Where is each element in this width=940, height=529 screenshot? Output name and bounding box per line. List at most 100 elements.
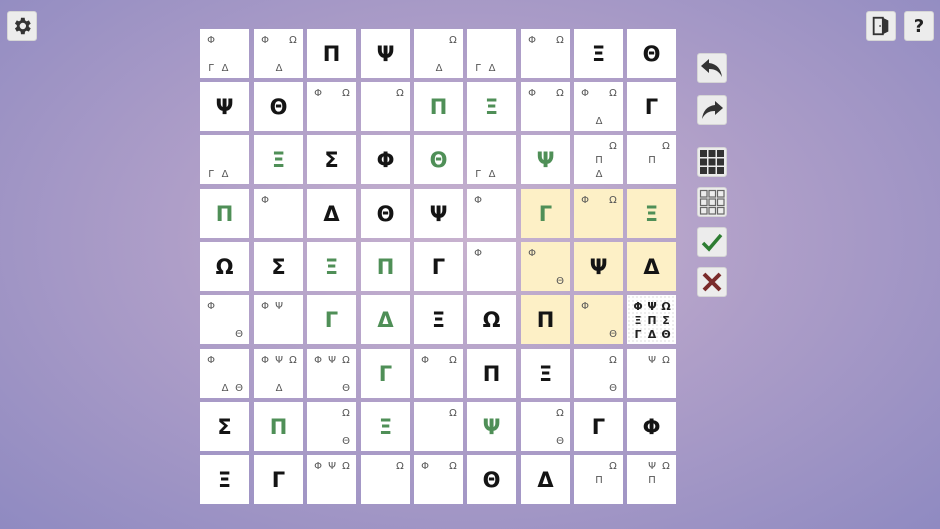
- board-cell[interactable]: ΓΔ: [467, 29, 516, 78]
- help-button[interactable]: ?: [904, 11, 934, 41]
- board-cell[interactable]: Ξ: [361, 402, 410, 451]
- board-cell[interactable]: ΦΘ: [521, 242, 570, 291]
- fill-notes-button[interactable]: [697, 147, 727, 177]
- board-cell[interactable]: Δ: [307, 189, 356, 238]
- board-cell[interactable]: ΦΘ: [574, 295, 623, 344]
- board-cell[interactable]: ΨΩΠ: [627, 455, 676, 504]
- settings-button[interactable]: [7, 11, 37, 41]
- board-cell[interactable]: ΩΠΔ: [574, 135, 623, 184]
- entered-symbol: Δ: [377, 307, 394, 332]
- board-cell[interactable]: ΓΔ: [200, 135, 249, 184]
- board-cell[interactable]: Ω: [200, 242, 249, 291]
- board-cell[interactable]: Γ: [414, 242, 463, 291]
- board-cell[interactable]: Γ: [521, 189, 570, 238]
- board-cell[interactable]: Ω: [467, 295, 516, 344]
- board-cell[interactable]: Σ: [254, 242, 303, 291]
- board-cell[interactable]: Π: [521, 295, 570, 344]
- board-cell[interactable]: Ξ: [200, 455, 249, 504]
- board-cell[interactable]: ΦΨΩΔ: [254, 349, 303, 398]
- board-cell[interactable]: Φ: [467, 242, 516, 291]
- board-cell[interactable]: Π: [307, 29, 356, 78]
- board-cell[interactable]: ΦΨΩΞΠΣΓΔΘ: [627, 295, 676, 344]
- board-cell[interactable]: Φ: [627, 402, 676, 451]
- board-cell[interactable]: ΦΩ: [414, 349, 463, 398]
- board-cell[interactable]: Γ: [254, 455, 303, 504]
- exit-button[interactable]: [866, 11, 896, 41]
- clear-notes-button[interactable]: [697, 187, 727, 217]
- undo-button[interactable]: [697, 53, 727, 83]
- board-cell[interactable]: Γ: [307, 295, 356, 344]
- pencil-note: Ω: [342, 88, 350, 99]
- board-cell[interactable]: ΨΩ: [627, 349, 676, 398]
- board-cell[interactable]: Δ: [521, 455, 570, 504]
- board-cell[interactable]: Π: [361, 242, 410, 291]
- board-cell[interactable]: Γ: [627, 82, 676, 131]
- board-cell[interactable]: Δ: [361, 295, 410, 344]
- board-cell[interactable]: Ξ: [467, 82, 516, 131]
- board-cell[interactable]: ΦΩ: [414, 455, 463, 504]
- board-cell[interactable]: ΦΩ: [521, 29, 570, 78]
- board-cell[interactable]: ΦΩ: [307, 82, 356, 131]
- board-cell[interactable]: ΦΨΩΘ: [307, 349, 356, 398]
- board-cell[interactable]: Φ: [361, 135, 410, 184]
- board-cell[interactable]: Ψ: [361, 29, 410, 78]
- given-symbol: Σ: [217, 414, 232, 439]
- board-cell[interactable]: ΓΔ: [467, 135, 516, 184]
- board-cell[interactable]: ΩΠ: [627, 135, 676, 184]
- board-cell[interactable]: Θ: [361, 189, 410, 238]
- redo-button[interactable]: [697, 95, 727, 125]
- board-cell[interactable]: Ψ: [574, 242, 623, 291]
- entered-symbol: Π: [376, 254, 395, 279]
- board-cell[interactable]: ΦΩ: [574, 189, 623, 238]
- board-cell[interactable]: Ψ: [521, 135, 570, 184]
- board-cell[interactable]: Ξ: [254, 135, 303, 184]
- board-cell[interactable]: Φ: [254, 189, 303, 238]
- board-cell[interactable]: Π: [414, 82, 463, 131]
- pencil-note: Ω: [449, 408, 457, 419]
- board-cell[interactable]: ΩΠ: [574, 455, 623, 504]
- pencil-note: Θ: [342, 383, 350, 394]
- entered-symbol: Ξ: [378, 414, 393, 439]
- board-cell[interactable]: Π: [254, 402, 303, 451]
- board-cell[interactable]: ΦΨ: [254, 295, 303, 344]
- board-cell[interactable]: Π: [200, 189, 249, 238]
- board-cell[interactable]: ΦΘ: [200, 295, 249, 344]
- board-cell[interactable]: Φ: [467, 189, 516, 238]
- board-cell[interactable]: Ψ: [200, 82, 249, 131]
- pencil-note: Φ: [528, 248, 536, 259]
- board-cell[interactable]: Ψ: [467, 402, 516, 451]
- board-cell[interactable]: Ξ: [414, 295, 463, 344]
- board-cell[interactable]: Σ: [200, 402, 249, 451]
- board-cell[interactable]: Ξ: [521, 349, 570, 398]
- board-cell[interactable]: Γ: [361, 349, 410, 398]
- board-cell[interactable]: Ω: [361, 455, 410, 504]
- check-button[interactable]: [697, 227, 727, 257]
- board-cell[interactable]: Θ: [467, 455, 516, 504]
- board-cell[interactable]: Γ: [574, 402, 623, 451]
- board-cell[interactable]: Φ Ω Δ: [254, 29, 303, 78]
- pencil-note: Δ: [488, 63, 496, 74]
- board-cell[interactable]: Φ Ω Δ: [574, 82, 623, 131]
- board-cell[interactable]: Δ: [627, 242, 676, 291]
- board-cell[interactable]: ΦΔΘ: [200, 349, 249, 398]
- board-cell[interactable]: Ξ: [574, 29, 623, 78]
- board-cell[interactable]: Θ: [627, 29, 676, 78]
- board-cell[interactable]: ΦΨΩ: [307, 455, 356, 504]
- board-cell[interactable]: Θ: [414, 135, 463, 184]
- board-cell[interactable]: Ξ: [627, 189, 676, 238]
- board-cell[interactable]: Π: [467, 349, 516, 398]
- board-cell[interactable]: Ω: [361, 82, 410, 131]
- board-cell[interactable]: Ω: [414, 402, 463, 451]
- board-cell[interactable]: Ψ: [414, 189, 463, 238]
- board-cell[interactable]: Ξ: [307, 242, 356, 291]
- cancel-button[interactable]: [697, 267, 727, 297]
- board-cell[interactable]: ΦΓΔ: [200, 29, 249, 78]
- board-cell[interactable]: ΩΔ: [414, 29, 463, 78]
- board-cell[interactable]: Σ: [307, 135, 356, 184]
- pencil-note: Φ: [528, 88, 536, 99]
- board-cell[interactable]: ΩΘ: [521, 402, 570, 451]
- board-cell[interactable]: ΦΩ: [521, 82, 570, 131]
- board-cell[interactable]: ΩΘ: [574, 349, 623, 398]
- board-cell[interactable]: Θ: [254, 82, 303, 131]
- board-cell[interactable]: ΩΘ: [307, 402, 356, 451]
